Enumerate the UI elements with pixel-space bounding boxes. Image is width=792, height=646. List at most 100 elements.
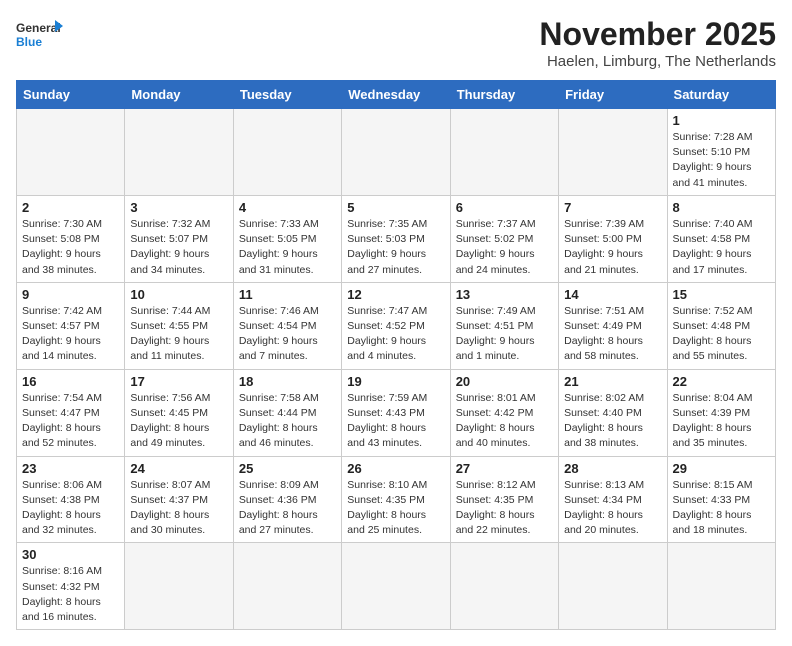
day-number: 2 [22,200,119,215]
calendar-empty-cell [125,109,233,196]
calendar-empty-cell [450,109,558,196]
calendar-empty-cell [450,543,558,630]
calendar-day-9: 9Sunrise: 7:42 AM Sunset: 4:57 PM Daylig… [17,282,125,369]
calendar-empty-cell [559,543,667,630]
svg-text:General: General [16,21,61,35]
calendar-day-16: 16 Sunrise: 7:54 AM Sunset: 4:47 PM Dayli… [17,369,125,456]
calendar-week-row: 1 Sunrise: 7:28 AM Sunset: 5:10 PM Daylig… [17,109,776,196]
calendar-day-18: 18 Sunrise: 7:58 AM Sunset: 4:44 PM Dayli… [233,369,341,456]
day-number: 13 [456,287,553,302]
day-info: Sunrise: 8:15 AM Sunset: 4:33 PM Dayligh… [673,478,770,539]
day-number: 11 [239,287,336,302]
day-info: Sunrise: 7:59 AM Sunset: 4:43 PM Dayligh… [347,391,444,452]
day-number: 29 [673,461,770,476]
calendar-empty-cell [233,109,341,196]
day-number: 25 [239,461,336,476]
calendar-day-29: 29 Sunrise: 8:15 AM Sunset: 4:33 PM Dayli… [667,456,775,543]
title-area: November 2025 Haelen, Limburg, The Nethe… [539,16,776,70]
day-number: 8 [673,200,770,215]
day-info: Sunrise: 8:07 AM Sunset: 4:37 PM Dayligh… [130,478,227,539]
day-number: 23 [22,461,119,476]
calendar-week-row: 2 Sunrise: 7:30 AM Sunset: 5:08 PM Daylig… [17,195,776,282]
day-info: Sunrise: 8:09 AM Sunset: 4:36 PM Dayligh… [239,478,336,539]
calendar-day-1: 1 Sunrise: 7:28 AM Sunset: 5:10 PM Daylig… [667,109,775,196]
day-info: Sunrise: 7:30 AM Sunset: 5:08 PM Dayligh… [22,217,119,278]
calendar-week-row: 16 Sunrise: 7:54 AM Sunset: 4:47 PM Dayli… [17,369,776,456]
day-number: 22 [673,374,770,389]
col-header-thursday: Thursday [450,81,558,109]
day-info: Sunrise: 7:37 AM Sunset: 5:02 PM Dayligh… [456,217,553,278]
day-number: 1 [673,113,770,128]
day-number: 17 [130,374,227,389]
calendar-day-7: 7Sunrise: 7:39 AM Sunset: 5:00 PM Daylig… [559,195,667,282]
calendar-day-12: 12 Sunrise: 7:47 AM Sunset: 4:52 PM Dayli… [342,282,450,369]
calendar-day-8: 8 Sunrise: 7:40 AM Sunset: 4:58 PM Daylig… [667,195,775,282]
day-number: 30 [22,547,119,562]
day-info: Sunrise: 8:06 AM Sunset: 4:38 PM Dayligh… [22,478,119,539]
location-subtitle: Haelen, Limburg, The Netherlands [539,53,776,70]
calendar-empty-cell [342,543,450,630]
day-info: Sunrise: 7:52 AM Sunset: 4:48 PM Dayligh… [673,304,770,365]
day-number: 18 [239,374,336,389]
calendar-day-25: 25 Sunrise: 8:09 AM Sunset: 4:36 PM Dayli… [233,456,341,543]
day-number: 9 [22,287,119,302]
day-info: Sunrise: 7:47 AM Sunset: 4:52 PM Dayligh… [347,304,444,365]
calendar-week-row: 23 Sunrise: 8:06 AM Sunset: 4:38 PM Dayli… [17,456,776,543]
day-info: Sunrise: 7:46 AM Sunset: 4:54 PM Dayligh… [239,304,336,365]
calendar-day-13: 13 Sunrise: 7:49 AM Sunset: 4:51 PM Dayli… [450,282,558,369]
day-number: 15 [673,287,770,302]
calendar-day-10: 10Sunrise: 7:44 AM Sunset: 4:55 PM Dayli… [125,282,233,369]
day-info: Sunrise: 7:51 AM Sunset: 4:49 PM Dayligh… [564,304,661,365]
header: General Blue November 2025 Haelen, Limbu… [16,16,776,70]
day-info: Sunrise: 7:58 AM Sunset: 4:44 PM Dayligh… [239,391,336,452]
day-number: 19 [347,374,444,389]
day-info: Sunrise: 7:40 AM Sunset: 4:58 PM Dayligh… [673,217,770,278]
calendar-day-15: 15 Sunrise: 7:52 AM Sunset: 4:48 PM Dayli… [667,282,775,369]
calendar-day-21: 21Sunrise: 8:02 AM Sunset: 4:40 PM Dayli… [559,369,667,456]
calendar-day-28: 28Sunrise: 8:13 AM Sunset: 4:34 PM Dayli… [559,456,667,543]
day-number: 24 [130,461,227,476]
calendar-day-2: 2 Sunrise: 7:30 AM Sunset: 5:08 PM Daylig… [17,195,125,282]
day-number: 28 [564,461,661,476]
calendar-empty-cell [559,109,667,196]
calendar-day-3: 3Sunrise: 7:32 AM Sunset: 5:07 PM Daylig… [125,195,233,282]
col-header-wednesday: Wednesday [342,81,450,109]
col-header-sunday: Sunday [17,81,125,109]
day-info: Sunrise: 7:32 AM Sunset: 5:07 PM Dayligh… [130,217,227,278]
logo-svg: General Blue [16,16,66,58]
day-info: Sunrise: 7:35 AM Sunset: 5:03 PM Dayligh… [347,217,444,278]
calendar-day-24: 24 Sunrise: 8:07 AM Sunset: 4:37 PM Dayli… [125,456,233,543]
day-number: 26 [347,461,444,476]
day-number: 20 [456,374,553,389]
day-number: 16 [22,374,119,389]
day-info: Sunrise: 7:54 AM Sunset: 4:47 PM Dayligh… [22,391,119,452]
calendar-empty-cell [125,543,233,630]
day-info: Sunrise: 8:01 AM Sunset: 4:42 PM Dayligh… [456,391,553,452]
calendar-day-27: 27 Sunrise: 8:12 AM Sunset: 4:35 PM Dayli… [450,456,558,543]
day-number: 5 [347,200,444,215]
col-header-friday: Friday [559,81,667,109]
day-number: 12 [347,287,444,302]
day-info: Sunrise: 7:56 AM Sunset: 4:45 PM Dayligh… [130,391,227,452]
day-number: 27 [456,461,553,476]
day-info: Sunrise: 7:49 AM Sunset: 4:51 PM Dayligh… [456,304,553,365]
calendar-day-5: 5 Sunrise: 7:35 AM Sunset: 5:03 PM Daylig… [342,195,450,282]
calendar-day-14: 14Sunrise: 7:51 AM Sunset: 4:49 PM Dayli… [559,282,667,369]
day-number: 6 [456,200,553,215]
logo: General Blue [16,16,66,58]
calendar-day-11: 11 Sunrise: 7:46 AM Sunset: 4:54 PM Dayli… [233,282,341,369]
calendar-header-row: SundayMondayTuesdayWednesdayThursdayFrid… [17,81,776,109]
calendar-day-23: 23 Sunrise: 8:06 AM Sunset: 4:38 PM Dayli… [17,456,125,543]
day-info: Sunrise: 8:02 AM Sunset: 4:40 PM Dayligh… [564,391,661,452]
month-title: November 2025 [539,16,776,53]
calendar-day-26: 26 Sunrise: 8:10 AM Sunset: 4:35 PM Dayli… [342,456,450,543]
calendar-week-row: 30Sunrise: 8:16 AM Sunset: 4:32 PM Dayli… [17,543,776,630]
calendar-day-6: 6 Sunrise: 7:37 AM Sunset: 5:02 PM Daylig… [450,195,558,282]
calendar-day-4: 4Sunrise: 7:33 AM Sunset: 5:05 PM Daylig… [233,195,341,282]
day-info: Sunrise: 8:10 AM Sunset: 4:35 PM Dayligh… [347,478,444,539]
day-info: Sunrise: 7:28 AM Sunset: 5:10 PM Dayligh… [673,130,770,191]
day-info: Sunrise: 8:12 AM Sunset: 4:35 PM Dayligh… [456,478,553,539]
calendar-day-20: 20 Sunrise: 8:01 AM Sunset: 4:42 PM Dayli… [450,369,558,456]
col-header-tuesday: Tuesday [233,81,341,109]
svg-text:Blue: Blue [16,35,42,49]
